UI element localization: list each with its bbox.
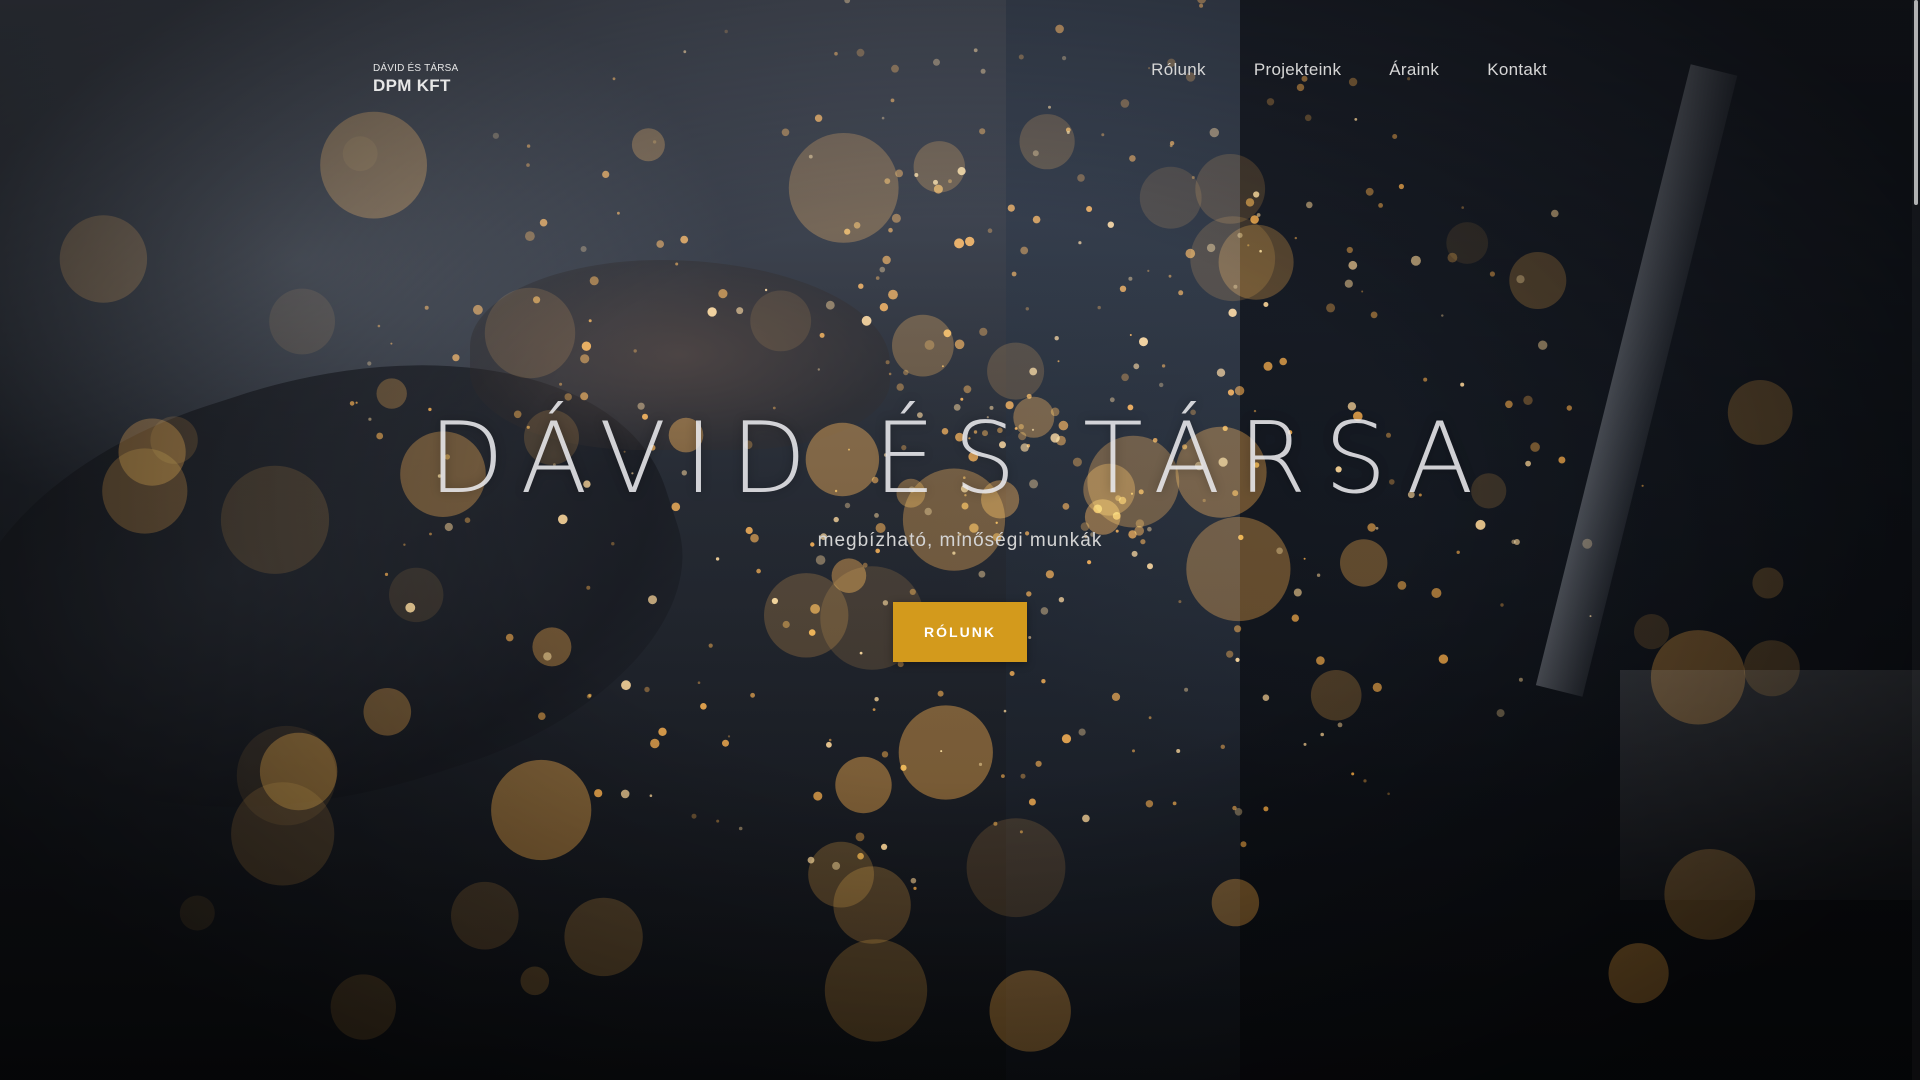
scrollbar-thumb[interactable] xyxy=(1914,0,1918,205)
nav-link-projekteink[interactable]: Projekteink xyxy=(1254,60,1341,80)
nav-link-rolunk[interactable]: Rólunk xyxy=(1151,60,1206,80)
about-us-button[interactable]: RÓLUNK xyxy=(893,602,1027,662)
nav-link-araink[interactable]: Áraink xyxy=(1389,60,1439,80)
nav-link-kontakt[interactable]: Kontakt xyxy=(1487,60,1547,80)
site-logo[interactable]: DÁVID ÉS TÁRSA DPM KFT xyxy=(373,63,459,95)
top-navigation: DÁVID ÉS TÁRSA DPM KFT Rólunk Projektein… xyxy=(0,0,1920,140)
page-scrollbar[interactable] xyxy=(1912,0,1920,1080)
hero-subtitle: megbízható, minőségi munkák xyxy=(817,530,1103,551)
main-menu: Rólunk Projekteink Áraink Kontakt xyxy=(1151,60,1547,80)
logo-tagline: DÁVID ÉS TÁRSA xyxy=(373,63,459,74)
logo-name: DPM KFT xyxy=(373,76,451,95)
hero-title: DÁVID ÉS TÁRSA xyxy=(428,402,1492,516)
hero-section: DÁVID ÉS TÁRSA DPM KFT Rólunk Projektein… xyxy=(0,0,1920,1080)
